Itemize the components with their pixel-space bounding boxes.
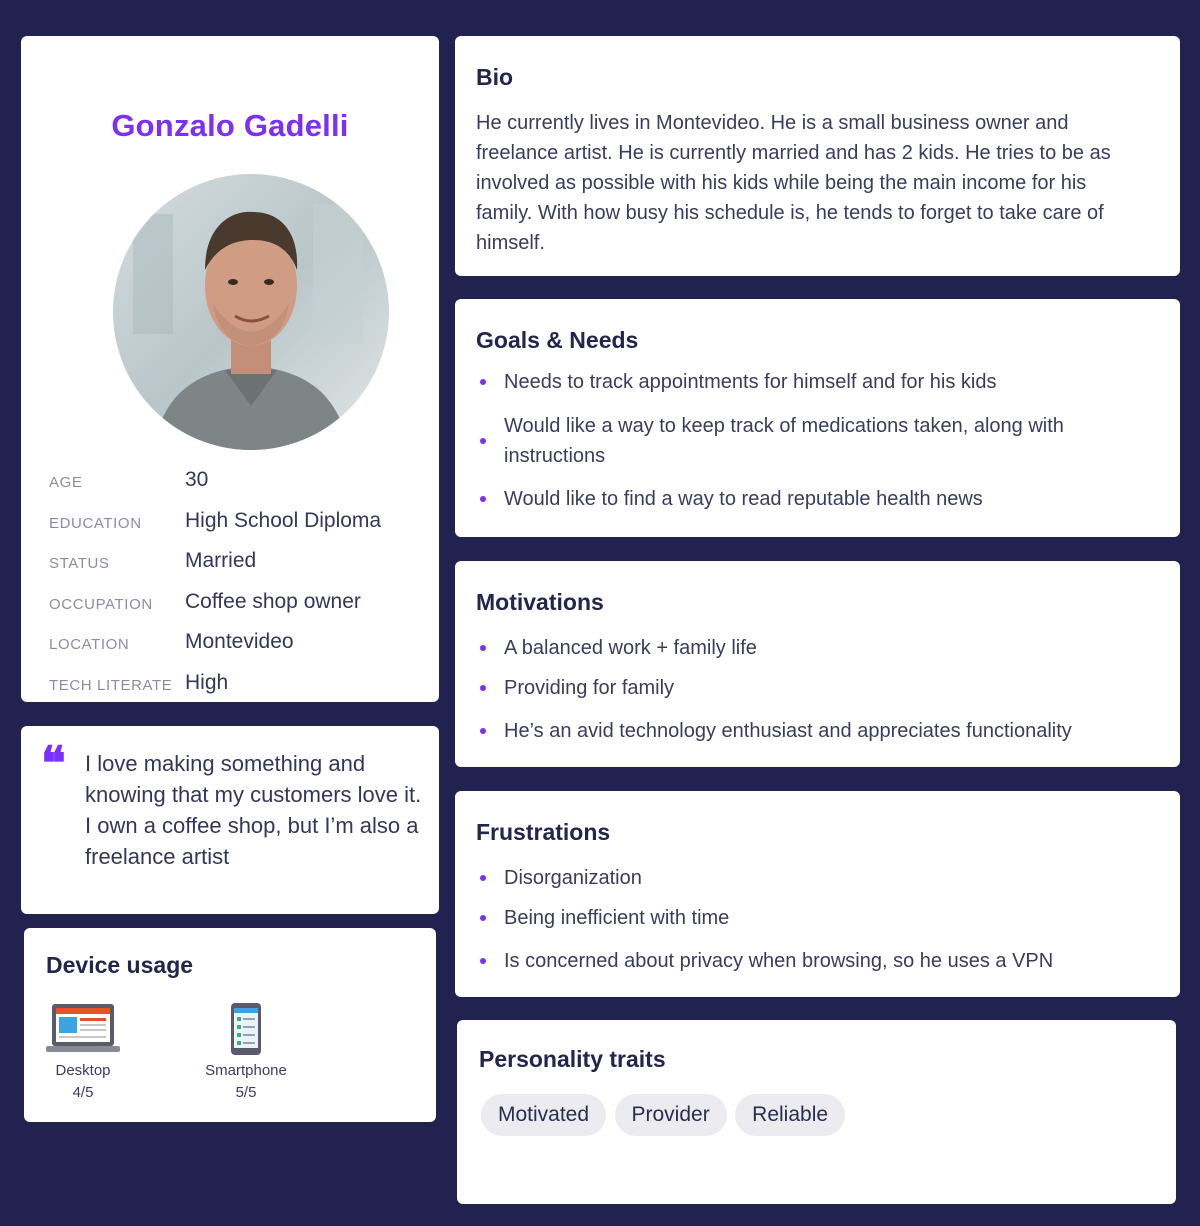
- info-label: STATUS: [49, 555, 110, 572]
- info-value: Montevideo: [185, 630, 294, 653]
- traits-list: Motivated Provider Reliable: [481, 1094, 849, 1136]
- info-value: High School Diploma: [185, 509, 382, 532]
- info-row-age: AGE 30: [49, 464, 419, 504]
- info-label: AGE: [49, 474, 83, 491]
- info-row-education: EDUCATION High School Diploma: [49, 505, 419, 545]
- device-usage-card: Device usage Desktop 4/5 Smartphone 5/5: [24, 928, 436, 1122]
- personality-card: Personality traits Motivated Provider Re…: [457, 1020, 1176, 1204]
- info-value: High: [185, 671, 229, 694]
- profile-card: Gonzalo Gadelli AGE 30 EDUCATION High Sc…: [21, 36, 439, 702]
- device-rating: 4/5: [72, 1084, 94, 1101]
- motivations-list: A balanced work + family life Providing …: [476, 633, 1170, 756]
- device-rating: 5/5: [235, 1084, 257, 1101]
- goals-list: Needs to track appointments for himself …: [476, 367, 1170, 524]
- list-item-text: Providing for family: [504, 677, 675, 699]
- info-value: 30: [185, 468, 209, 491]
- motivations-title: Motivations: [476, 589, 604, 615]
- list-item: Being inefficient with time: [476, 903, 1170, 933]
- list-item: He’s an avid technology enthusiast and a…: [476, 716, 1170, 746]
- list-item-text: A balanced work + family life: [504, 637, 757, 659]
- info-label: LOCATION: [49, 636, 130, 653]
- list-item: Would like a way to keep track of medica…: [476, 411, 1170, 471]
- info-row-tech-literate: TECH LITERATE High: [49, 667, 419, 707]
- info-label: OCCUPATION: [49, 596, 153, 613]
- trait-chip: Motivated: [481, 1094, 607, 1136]
- device-name: Desktop: [55, 1062, 111, 1079]
- persona-name: Gonzalo Gadelli: [111, 108, 349, 143]
- info-row-occupation: OCCUPATION Coffee shop owner: [49, 586, 419, 626]
- smartphone-icon: [231, 1003, 261, 1055]
- list-item-text: He’s an avid technology enthusiast and a…: [504, 720, 1072, 742]
- frustrations-title: Frustrations: [476, 819, 611, 845]
- info-row-status: STATUS Married: [49, 545, 419, 585]
- trait-chip: Provider: [614, 1094, 727, 1136]
- quote-card: ❝ I love making something and knowing th…: [21, 726, 439, 914]
- avatar: [113, 174, 389, 450]
- list-item-text: Disorganization: [504, 867, 642, 889]
- device-smartphone: Smartphone 5/5: [196, 1002, 296, 1104]
- device-name: Smartphone: [205, 1062, 287, 1079]
- list-item: Needs to track appointments for himself …: [476, 367, 1170, 397]
- list-item: Disorganization: [476, 863, 1170, 893]
- quote-text: I love making something and knowing that…: [85, 751, 422, 869]
- trait-chip: Reliable: [735, 1094, 846, 1136]
- laptop-icon: [46, 1004, 120, 1052]
- device-usage-title: Device usage: [46, 952, 194, 978]
- info-value: Married: [185, 549, 257, 572]
- list-item-text: Is concerned about privacy when browsing…: [504, 950, 1054, 972]
- info-row-location: LOCATION Montevideo: [49, 626, 419, 666]
- frustrations-card: Frustrations Disorganization Being ineff…: [455, 791, 1180, 997]
- personality-title: Personality traits: [479, 1046, 666, 1072]
- info-value: Coffee shop owner: [185, 590, 361, 613]
- bio-title: Bio: [476, 64, 514, 90]
- info-label: EDUCATION: [49, 515, 142, 532]
- frustrations-list: Disorganization Being inefficient with t…: [476, 863, 1170, 986]
- list-item-text: Would like a way to keep track of medica…: [504, 415, 1064, 467]
- list-item-text: Being inefficient with time: [504, 907, 730, 929]
- list-item: A balanced work + family life: [476, 633, 1170, 663]
- list-item: Would like to find a way to read reputab…: [476, 484, 1170, 514]
- list-item-text: Would like to find a way to read reputab…: [504, 488, 983, 510]
- bio-text: He currently lives in Montevideo. He is …: [476, 112, 1111, 254]
- device-desktop: Desktop 4/5: [44, 1002, 122, 1104]
- info-label: TECH LITERATE: [49, 677, 173, 694]
- motivations-card: Motivations A balanced work + family lif…: [455, 561, 1180, 767]
- goals-card: Goals & Needs Needs to track appointment…: [455, 299, 1180, 537]
- bio-card: Bio He currently lives in Montevideo. He…: [455, 36, 1180, 276]
- list-item-text: Needs to track appointments for himself …: [504, 371, 997, 393]
- list-item: Providing for family: [476, 673, 1170, 703]
- quote-icon: ❝: [41, 736, 66, 790]
- list-item: Is concerned about privacy when browsing…: [476, 946, 1170, 976]
- goals-title: Goals & Needs: [476, 327, 639, 353]
